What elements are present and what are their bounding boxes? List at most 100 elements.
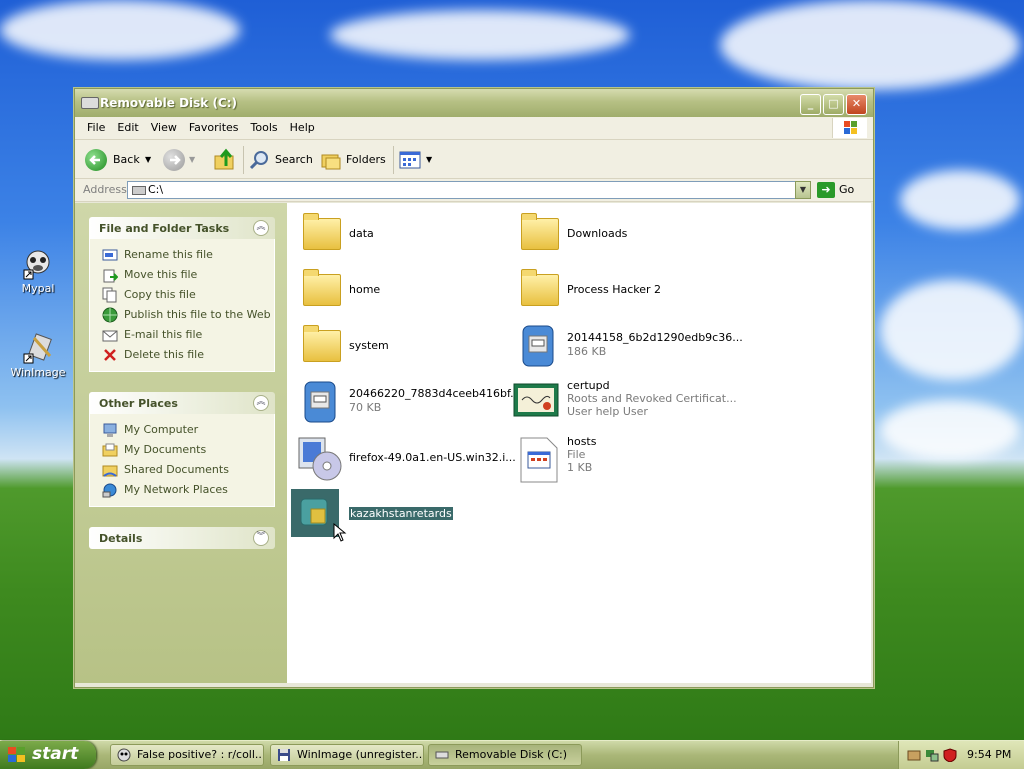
go-button[interactable]: ➜ Go xyxy=(817,181,854,199)
move-icon xyxy=(103,269,118,283)
place-my-network[interactable]: My Network Places xyxy=(90,480,274,500)
file-item[interactable]: data xyxy=(293,207,503,259)
panel-title: File and Folder Tasks xyxy=(99,222,230,235)
my-documents-icon xyxy=(102,443,118,457)
expand-chevron-icon[interactable]: ︾ xyxy=(253,530,269,546)
folder-icon xyxy=(519,212,559,252)
back-label: Back xyxy=(113,153,140,166)
winimage-icon xyxy=(22,332,54,364)
file-item[interactable]: 20144158_6b2d1290edb9c36... 186 KB xyxy=(511,319,743,371)
menu-edit[interactable]: Edit xyxy=(111,117,144,134)
address-input[interactable]: C:\ xyxy=(127,181,811,199)
panel-header[interactable]: Other Places ︽ xyxy=(89,392,275,414)
folders-button[interactable]: Folders xyxy=(320,148,388,172)
up-folder-button[interactable] xyxy=(213,148,237,172)
setup-cd-icon xyxy=(298,436,342,481)
network-places-icon xyxy=(102,483,117,498)
file-item[interactable]: home xyxy=(293,263,503,315)
desktop-icon-label: WinImage xyxy=(10,366,66,379)
menu-tools[interactable]: Tools xyxy=(245,117,284,134)
tray-network-icon[interactable] xyxy=(925,748,939,762)
explorer-window: Removable Disk (C:) _ □ ✕ File Edit View Fa… xyxy=(74,88,874,688)
taskbar: start False positive? : r/coll... WinIma… xyxy=(0,740,1024,769)
title-bar[interactable]: Removable Disk (C:) _ □ ✕ xyxy=(75,89,873,117)
floppy-icon xyxy=(278,749,290,761)
toolbar-separator xyxy=(393,146,394,174)
desktop-icon-label: Mypal xyxy=(21,282,55,295)
close-button[interactable]: ✕ xyxy=(846,94,867,115)
file-item-selected[interactable]: kazakhstanretards xyxy=(291,487,503,542)
task-pane: File and Folder Tasks ︽ Rename this file… xyxy=(75,203,287,683)
place-my-documents[interactable]: My Documents xyxy=(90,440,274,460)
back-button[interactable]: Back ▼ xyxy=(85,148,155,172)
start-button[interactable]: start xyxy=(0,741,96,769)
taskbar-item-removable-disk[interactable]: Removable Disk (C:) xyxy=(428,744,582,766)
file-item[interactable]: 20466220_7883d4ceeb416bf... 70 KB xyxy=(293,375,521,427)
views-button[interactable]: ▼ xyxy=(399,148,435,172)
copy-icon xyxy=(102,287,117,303)
go-arrow-icon: ➜ xyxy=(817,182,835,198)
task-copy[interactable]: Copy this file xyxy=(90,285,274,305)
panel-header[interactable]: File and Folder Tasks ︽ xyxy=(89,217,275,239)
chevron-down-icon[interactable]: ▼ xyxy=(145,148,151,172)
file-item[interactable]: Process Hacker 2 xyxy=(511,263,721,315)
folders-icon xyxy=(321,154,341,170)
task-publish[interactable]: Publish this file to the Web xyxy=(90,305,274,325)
toolbar: Back ▼ ▼ Search Folders ▼ xyxy=(75,140,873,179)
minimize-button[interactable]: _ xyxy=(800,94,821,115)
menu-view[interactable]: View xyxy=(145,117,183,134)
place-shared-documents[interactable]: Shared Documents xyxy=(90,460,274,480)
file-item[interactable]: firefox-49.0a1.en-US.win32.i... xyxy=(293,431,516,483)
taskbar-item-winimage[interactable]: WinImage (unregister... xyxy=(270,744,424,766)
collapse-chevron-icon[interactable]: ︽ xyxy=(253,220,269,236)
back-arrow-icon xyxy=(85,149,107,171)
file-list: data Downloads home Process Hacker 2 sys… xyxy=(287,203,871,683)
windows-flag-icon xyxy=(8,747,25,762)
folder-icon xyxy=(301,212,341,252)
clock: 9:54 PM xyxy=(967,748,1012,761)
security-shield-icon[interactable] xyxy=(943,748,957,762)
search-label: Search xyxy=(275,153,313,166)
other-places-panel: Other Places ︽ My Computer My Documents … xyxy=(89,392,275,507)
mouse-cursor-icon xyxy=(333,523,347,542)
email-icon xyxy=(102,330,118,342)
tray-app-icon[interactable] xyxy=(907,748,921,762)
panel-title: Details xyxy=(99,532,143,545)
content-area: File and Folder Tasks ︽ Rename this file… xyxy=(75,203,873,687)
views-icon xyxy=(399,151,421,169)
drive-icon xyxy=(81,97,99,109)
taskbar-item-browser[interactable]: False positive? : r/coll... xyxy=(110,744,264,766)
menu-file[interactable]: File xyxy=(75,117,111,134)
file-item[interactable]: hosts File 1 KB xyxy=(511,431,721,483)
panel-header[interactable]: Details ︾ xyxy=(89,527,275,549)
address-label: Address xyxy=(83,183,127,196)
task-move[interactable]: Move this file xyxy=(90,265,274,285)
delete-x-icon xyxy=(104,349,116,361)
task-rename[interactable]: Rename this file xyxy=(90,245,274,265)
address-dropdown-button[interactable]: ▼ xyxy=(795,181,811,199)
system-tray: 9:54 PM xyxy=(898,741,1024,769)
folder-icon xyxy=(301,268,341,308)
certificate-icon xyxy=(513,380,559,420)
file-item[interactable]: Downloads xyxy=(511,207,721,259)
file-item[interactable]: certupd Roots and Revoked Certificat... … xyxy=(511,375,737,427)
folder-icon xyxy=(301,324,341,364)
collapse-chevron-icon[interactable]: ︽ xyxy=(253,395,269,411)
forward-button[interactable]: ▼ xyxy=(163,148,199,172)
task-email[interactable]: E-mail this file xyxy=(90,325,274,345)
forward-arrow-icon xyxy=(163,149,185,171)
desktop-icon-mypal[interactable]: Mypal xyxy=(6,248,70,295)
search-button[interactable]: Search xyxy=(249,148,313,172)
maximize-button[interactable]: □ xyxy=(823,94,844,115)
place-my-computer[interactable]: My Computer xyxy=(90,420,274,440)
start-label: start xyxy=(32,744,79,764)
file-item[interactable]: system xyxy=(293,319,503,371)
rename-icon xyxy=(102,249,118,261)
chevron-down-icon[interactable]: ▼ xyxy=(426,148,432,172)
details-panel: Details ︾ xyxy=(89,527,275,549)
menu-help[interactable]: Help xyxy=(284,117,321,134)
task-delete[interactable]: Delete this file xyxy=(90,345,274,365)
chevron-down-icon[interactable]: ▼ xyxy=(189,148,195,172)
menu-favorites[interactable]: Favorites xyxy=(183,117,245,134)
desktop-icon-winimage[interactable]: WinImage xyxy=(6,332,70,379)
